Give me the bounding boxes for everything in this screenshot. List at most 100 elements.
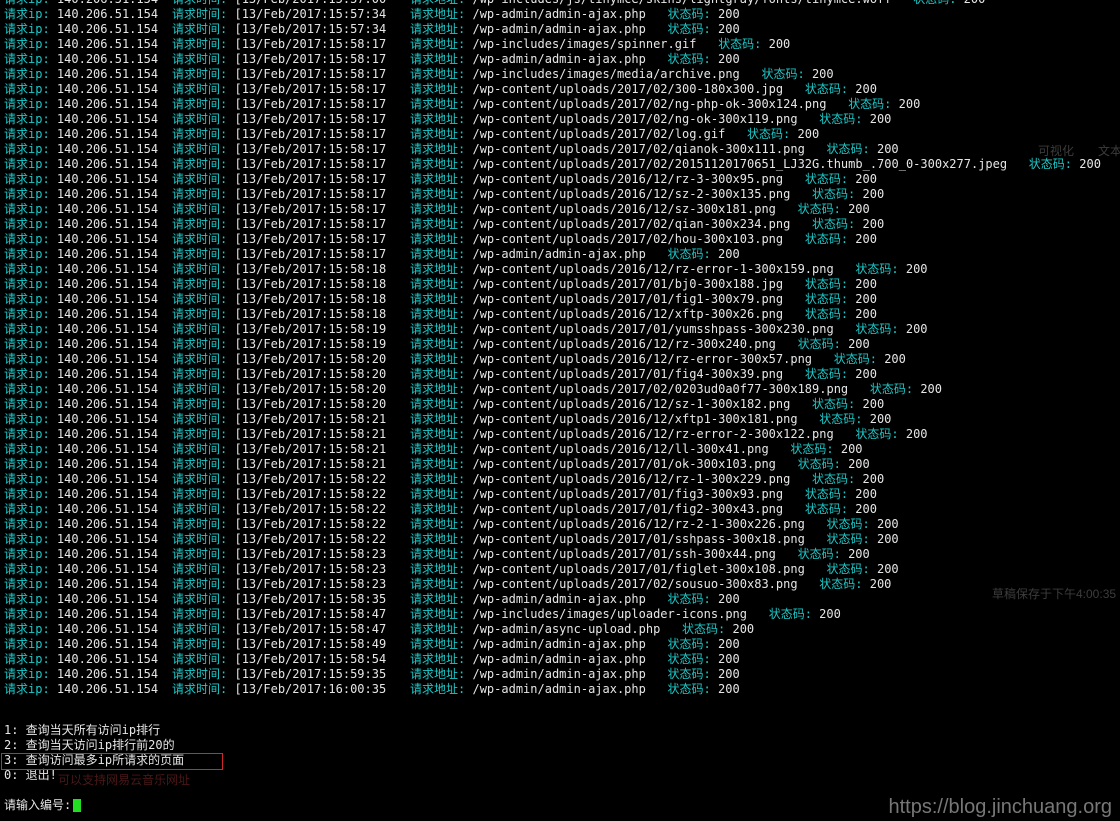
status-label: 状态码: [667, 667, 711, 681]
time-label: 请求时间: [172, 382, 228, 396]
log-row: 请求ip: 140.206.51.154 请求时间: [13/Feb/2017:1… [4, 562, 1120, 577]
status-label: 状态码: [833, 352, 877, 366]
log-row: 请求ip: 140.206.51.154 请求时间: [13/Feb/2017:1… [4, 82, 1120, 97]
time-label: 请求时间: [172, 592, 228, 606]
ip-label: 请求ip: [4, 322, 50, 336]
status-label: 状态码: [682, 622, 726, 636]
ip-label: 请求ip: [4, 157, 50, 171]
time-value: [13/Feb/2017:15:58:20 [234, 367, 387, 381]
ip-value: 140.206.51.154 [56, 142, 159, 156]
status-value: 200 [855, 232, 877, 246]
status-label: 状态码: [804, 232, 849, 246]
time-value: [13/Feb/2017:15:58:22 [234, 472, 387, 486]
status-label: 状态码: [747, 127, 791, 141]
status-value: 200 [898, 97, 921, 111]
url-value: /wp-admin/admin-ajax.php [472, 652, 646, 666]
status-label: 状态码: [804, 277, 849, 291]
time-value: [13/Feb/2017:15:58:18 [234, 277, 387, 291]
time-label: 请求时间: [172, 637, 228, 651]
time-label: 请求时间: [172, 37, 228, 51]
url-label: 请求地址: [410, 157, 466, 171]
log-row: 请求ip: 140.206.51.154 请求时间: [13/Feb/2017:1… [4, 412, 1120, 427]
time-label: 请求时间: [172, 427, 228, 441]
ip-label: 请求ip: [4, 247, 50, 261]
status-value: 200 [797, 127, 820, 141]
time-value: [13/Feb/2017:15:58:22 [234, 487, 387, 501]
status-label: 状态码: [855, 427, 899, 441]
time-label: 请求时间: [172, 607, 228, 621]
status-value: 200 [876, 517, 899, 531]
log-row: 请求ip: 140.206.51.154 请求时间: [13/Feb/2017:1… [4, 262, 1120, 277]
url-label: 请求地址: [410, 187, 466, 201]
ip-value: 140.206.51.154 [56, 622, 159, 636]
input-prompt[interactable]: 请输入编号: [4, 798, 82, 813]
url-label: 请求地址: [410, 637, 466, 651]
ip-value: 140.206.51.154 [56, 307, 159, 321]
url-value: /wp-includes/images/media/archive.png [472, 67, 740, 81]
ip-label: 请求ip: [4, 487, 50, 501]
url-label: 请求地址: [410, 67, 466, 81]
status-label: 状态码: [761, 67, 805, 81]
time-value: [13/Feb/2017:16:00:35 [234, 682, 387, 696]
prompt-label: 请输入编号: [4, 798, 72, 812]
log-row: 请求ip: 140.206.51.154 请求时间: [13/Feb/2017:1… [4, 682, 1120, 697]
ip-label: 请求ip: [4, 472, 50, 486]
status-value: 200 [862, 472, 885, 486]
url-value: /wp-content/uploads/2016/12/sz-300x181.p… [472, 202, 776, 216]
status-label: 状态码: [812, 187, 856, 201]
url-value: /wp-admin/admin-ajax.php [472, 247, 646, 261]
time-label: 请求时间: [172, 517, 228, 531]
status-value: 200 [855, 82, 877, 96]
ip-label: 请求ip: [4, 382, 50, 396]
url-label: 请求地址: [410, 517, 466, 531]
url-value: /wp-content/uploads/2017/01/fig3-300x93.… [472, 487, 784, 501]
status-value: 200 [732, 622, 755, 636]
ip-value: 140.206.51.154 [56, 442, 159, 456]
status-label: 状态码: [667, 247, 711, 261]
url-label: 请求地址: [410, 307, 466, 321]
status-label: 状态码: [913, 0, 956, 6]
status-label: 状态码: [804, 307, 849, 321]
log-row: 请求ip: 140.206.51.154 请求时间: [13/Feb/2017:1… [4, 7, 1120, 22]
status-label: 状态码: [804, 82, 849, 96]
url-label: 请求地址: [410, 502, 466, 516]
url-label: 请求地址: [410, 607, 466, 621]
url-value: /wp-content/uploads/2017/01/fig2-300x43.… [472, 502, 784, 516]
time-value: [13/Feb/2017:15:58:20 [234, 382, 387, 396]
url-label: 请求地址: [410, 442, 466, 456]
time-label: 请求时间: [172, 367, 228, 381]
terminal-window[interactable]: 可视化 文本 草稿保存于下午4:00:35 可以支持网易云音乐网址 请求ip: … [0, 0, 1120, 821]
time-label: 请求时间: [172, 82, 228, 96]
status-label: 状态码: [804, 502, 849, 516]
url-value: /wp-admin/admin-ajax.php [472, 667, 646, 681]
ip-value: 140.206.51.154 [56, 517, 159, 531]
url-value: /wp-content/uploads/2016/12/xftp1-300x18… [472, 412, 798, 426]
log-row: 请求ip: 140.206.51.154 请求时间: [13/Feb/2017:1… [4, 202, 1120, 217]
url-label: 请求地址: [410, 577, 466, 591]
ip-label: 请求ip: [4, 562, 50, 576]
log-row: 请求ip: 140.206.51.154 请求时间: [13/Feb/2017:1… [4, 22, 1120, 37]
url-label: 请求地址: [410, 112, 466, 126]
url-label: 请求地址: [410, 172, 466, 186]
ip-value: 140.206.51.154 [56, 682, 159, 696]
ip-label: 请求ip: [4, 142, 50, 156]
status-value: 200 [855, 292, 877, 306]
status-label: 状态码: [790, 442, 834, 456]
time-value: [13/Feb/2017:15:58:17 [234, 112, 387, 126]
time-label: 请求时间: [172, 232, 228, 246]
url-label: 请求地址: [410, 622, 466, 636]
log-row: 请求ip: 140.206.51.154 请求时间: [13/Feb/2017:1… [4, 0, 1120, 7]
time-label: 请求时间: [172, 172, 228, 186]
ip-label: 请求ip: [4, 532, 50, 546]
log-row: 请求ip: 140.206.51.154 请求时间: [13/Feb/2017:1… [4, 232, 1120, 247]
time-value: [13/Feb/2017:15:58:20 [234, 397, 387, 411]
url-value: /wp-includes/images/uploader-icons.png [472, 607, 748, 621]
status-value: 200 [905, 262, 928, 276]
ip-value: 140.206.51.154 [56, 97, 159, 111]
status-label: 状态码: [804, 487, 849, 501]
url-label: 请求地址: [410, 592, 466, 606]
log-row: 请求ip: 140.206.51.154 请求时间: [13/Feb/2017:1… [4, 607, 1120, 622]
status-value: 200 [862, 397, 885, 411]
time-label: 请求时间: [172, 52, 228, 66]
url-value: /wp-content/uploads/2016/12/ll-300x41.pn… [472, 442, 769, 456]
